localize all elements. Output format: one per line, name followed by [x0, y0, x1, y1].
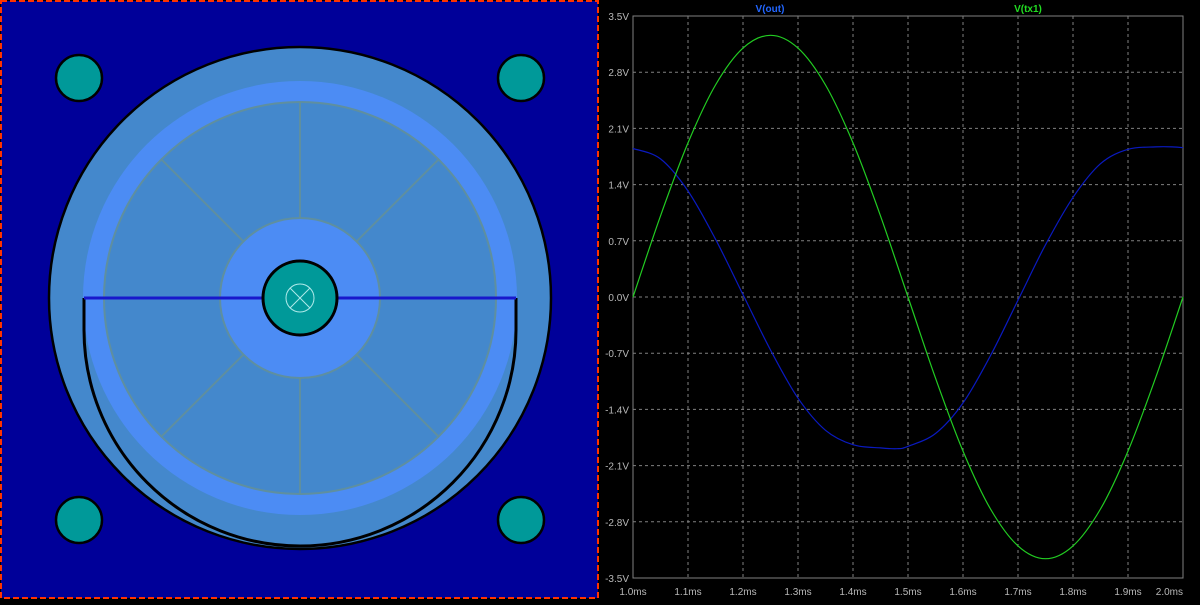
- x-tick-label: 1.5ms: [894, 587, 921, 598]
- x-tick-label: 1.8ms: [1059, 587, 1086, 598]
- y-tick-label: -0.7V: [605, 349, 629, 360]
- x-tick-label: 1.2ms: [729, 587, 756, 598]
- y-tick-label: 0.0V: [608, 293, 629, 304]
- legend-label[interactable]: V(tx1): [1014, 4, 1042, 15]
- legend-label[interactable]: V(out): [756, 4, 785, 15]
- x-tick-label: 1.6ms: [949, 587, 976, 598]
- speaker-footprint-svg: [0, 0, 599, 599]
- mounting-hole-top-left[interactable]: [54, 53, 104, 103]
- y-tick-label: -1.4V: [605, 405, 629, 416]
- x-tick-label: 1.0ms: [619, 587, 646, 598]
- legend: V(out) V(tx1): [756, 4, 1042, 15]
- y-tick-label: -2.8V: [605, 518, 629, 529]
- mounting-hole-bottom-right[interactable]: [496, 495, 546, 545]
- y-tick-label: 2.1V: [608, 124, 629, 135]
- x-tick-label: 1.7ms: [1004, 587, 1031, 598]
- y-tick-label: 0.7V: [608, 237, 629, 248]
- y-axis-ticks: 3.5V 2.8V 2.1V 1.4V 0.7V 0.0V -0.7V -1.4V -2.1V -…: [605, 12, 629, 585]
- y-tick-label: 3.5V: [608, 12, 629, 23]
- waveform-plot[interactable]: 3.5V 2.8V 2.1V 1.4V 0.7V 0.0V -0.7V -1.4V -2.1V -…: [600, 0, 1200, 600]
- y-tick-label: -2.1V: [605, 462, 629, 473]
- x-tick-label: 1.9ms: [1114, 587, 1141, 598]
- x-tick-label: 1.3ms: [784, 587, 811, 598]
- y-tick-label: -3.5V: [605, 574, 629, 585]
- x-tick-label: 1.4ms: [839, 587, 866, 598]
- mounting-hole-bottom-left[interactable]: [54, 495, 104, 545]
- speaker-footprint-view: [0, 0, 600, 600]
- y-tick-label: 1.4V: [608, 181, 629, 192]
- x-tick-label: 1.1ms: [674, 587, 701, 598]
- x-axis-ticks: 1.0ms 1.1ms 1.2ms 1.3ms 1.4ms 1.5ms 1.6ms 1.7ms…: [619, 587, 1183, 598]
- x-tick-label: 2.0ms: [1156, 587, 1183, 598]
- mounting-hole-top-right[interactable]: [496, 53, 546, 103]
- waveform-plot-pane[interactable]: 3.5V 2.8V 2.1V 1.4V 0.7V 0.0V -0.7V -1.4V -2.1V -…: [600, 0, 1200, 600]
- y-tick-label: 2.8V: [608, 68, 629, 79]
